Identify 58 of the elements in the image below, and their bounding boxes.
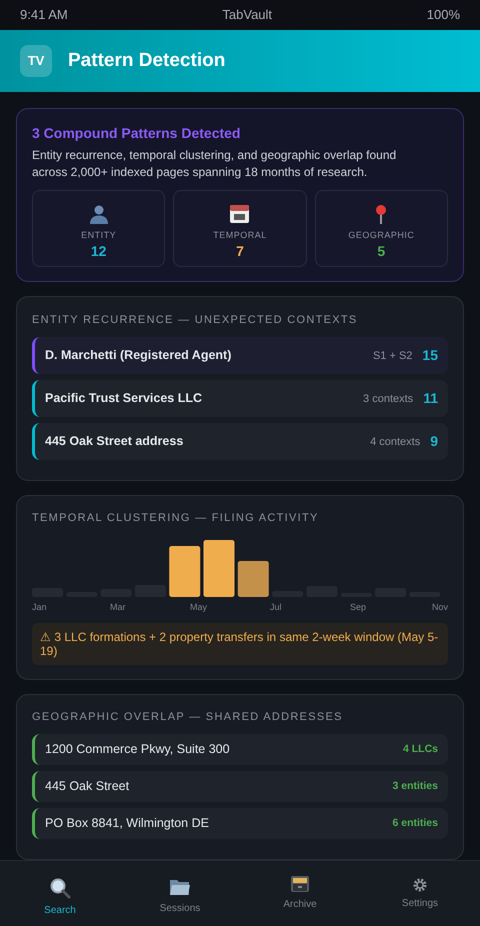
nav-tab[interactable]: Sessions — [120, 861, 240, 916]
address-count: 3 entities — [392, 778, 438, 794]
folder-icon — [169, 877, 191, 898]
person-icon — [88, 204, 109, 224]
axis-label: May — [190, 600, 208, 614]
entity-detail: 4 contexts — [370, 434, 420, 450]
entity-row[interactable]: Pacific Trust Services LLC 3 contexts 11 — [32, 380, 448, 418]
pin-icon — [374, 204, 388, 224]
status-battery: 100% — [426, 6, 460, 24]
stat-label: GEOGRAPHIC — [348, 228, 414, 242]
entity-name: D. Marchetti (Registered Agent) — [45, 347, 232, 364]
chart-bar — [169, 546, 200, 597]
axis-label: Jan — [32, 600, 47, 614]
axis-label: Mar — [110, 600, 126, 614]
address-count: 6 entities — [392, 816, 438, 831]
status-time: 9:41 AM — [20, 6, 68, 24]
app-logo: TV — [20, 44, 52, 77]
address-row[interactable]: PO Box 8841, Wilmington DE 6 entities — [32, 808, 448, 840]
entity-row[interactable]: 445 Oak Street address 4 contexts 9 — [32, 423, 448, 460]
stat-value: 12 — [90, 242, 106, 260]
summary-title: 3 Compound Patterns Detected — [32, 124, 242, 143]
entity-name: Pacific Trust Services LLC — [45, 390, 204, 408]
address-text: PO Box 8841, Wilmington DE — [45, 815, 210, 832]
axis-label: Sep — [350, 600, 366, 614]
nav-tab[interactable]: Archive — [240, 861, 360, 912]
page-title: Pattern Detection — [68, 48, 226, 73]
section-title: GEOGRAPHIC OVERLAP — SHARED ADDRESSES — [32, 710, 344, 725]
entity-count: 15 — [422, 346, 438, 366]
section-title: TEMPORAL CLUSTERING — FILING ACTIVITY — [32, 511, 320, 526]
entity-count: 9 — [430, 432, 438, 452]
axis-label: Jul — [270, 600, 282, 614]
entity-row[interactable]: D. Marchetti (Registered Agent) S1 + S2 15 — [32, 337, 448, 374]
summary-description: Entity recurrence, temporal clustering, and geographic overlap found across 2,000+ indexed pages spanning 18 months of research. — [32, 146, 398, 181]
stat-value: 5 — [377, 242, 386, 260]
entity-name: 445 Oak Street address — [45, 433, 184, 450]
address-text: 1200 Commerce Pkwy, Suite 300 — [45, 741, 231, 758]
address-text: 445 Oak Street — [45, 778, 130, 796]
chart-bar — [204, 540, 234, 597]
stat-label: TEMPORAL — [213, 228, 267, 242]
calendar-icon — [229, 202, 250, 224]
status-app-name: TabVault — [222, 6, 272, 24]
settings-icon — [413, 878, 427, 892]
entity-detail: S1 + S2 — [372, 348, 412, 364]
nav-tab[interactable]: Settings — [360, 861, 480, 912]
stat-label: ENTITY — [81, 228, 116, 242]
section-title: ENTITY RECURRENCE — UNEXPECTED CONTEXTS — [32, 312, 359, 328]
entity-detail: 3 contexts — [363, 392, 414, 407]
chart-bar — [238, 560, 269, 597]
address-row[interactable]: 445 Oak Street 3 entities — [32, 771, 448, 802]
file-cabinet-icon — [290, 875, 310, 894]
nav-tab[interactable]: Search — [0, 861, 120, 918]
address-count: 4 LLCs — [402, 742, 438, 757]
entity-count: 11 — [423, 389, 438, 408]
address-row[interactable]: 1200 Commerce Pkwy, Suite 300 4 LLCs — [32, 734, 448, 766]
axis-label: Nov — [432, 600, 448, 614]
stat-value: 7 — [236, 242, 244, 260]
alert-banner: ⚠ 3 LLC formations + 2 property transfers in same 2-week window (May 5-19) — [32, 622, 448, 665]
search-icon — [49, 877, 71, 900]
